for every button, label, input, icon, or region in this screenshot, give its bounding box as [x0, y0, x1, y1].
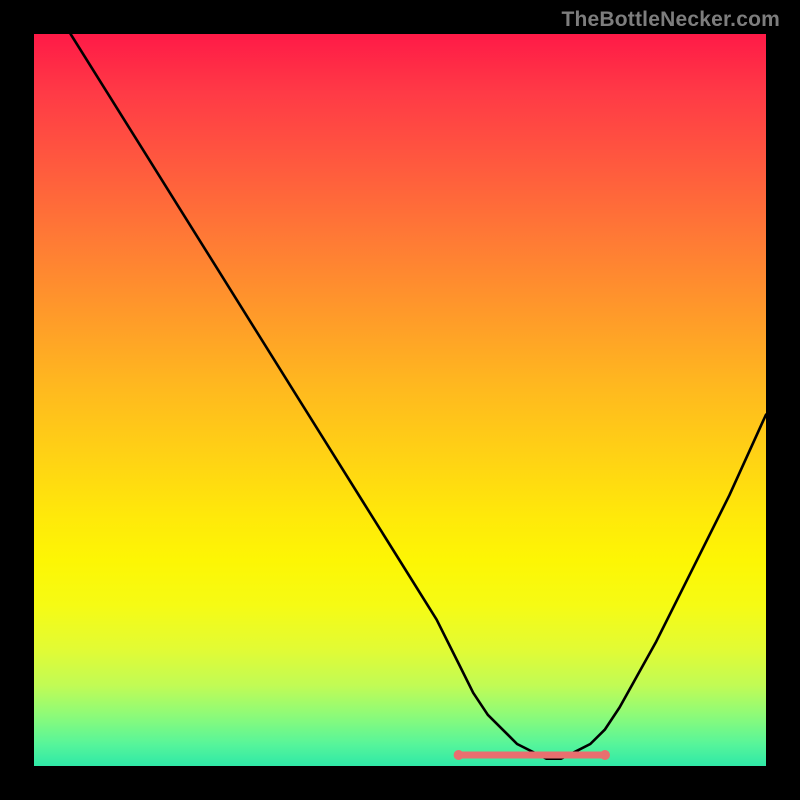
- bottleneck-chart: TheBottleNecker.com: [0, 0, 800, 800]
- min-band-dot-left: [454, 750, 464, 760]
- curve-layer: [34, 34, 766, 766]
- min-band-dot-right: [600, 750, 610, 760]
- plot-area: [34, 34, 766, 766]
- attribution-text: TheBottleNecker.com: [561, 8, 780, 32]
- bottleneck-curve-path: [71, 34, 766, 759]
